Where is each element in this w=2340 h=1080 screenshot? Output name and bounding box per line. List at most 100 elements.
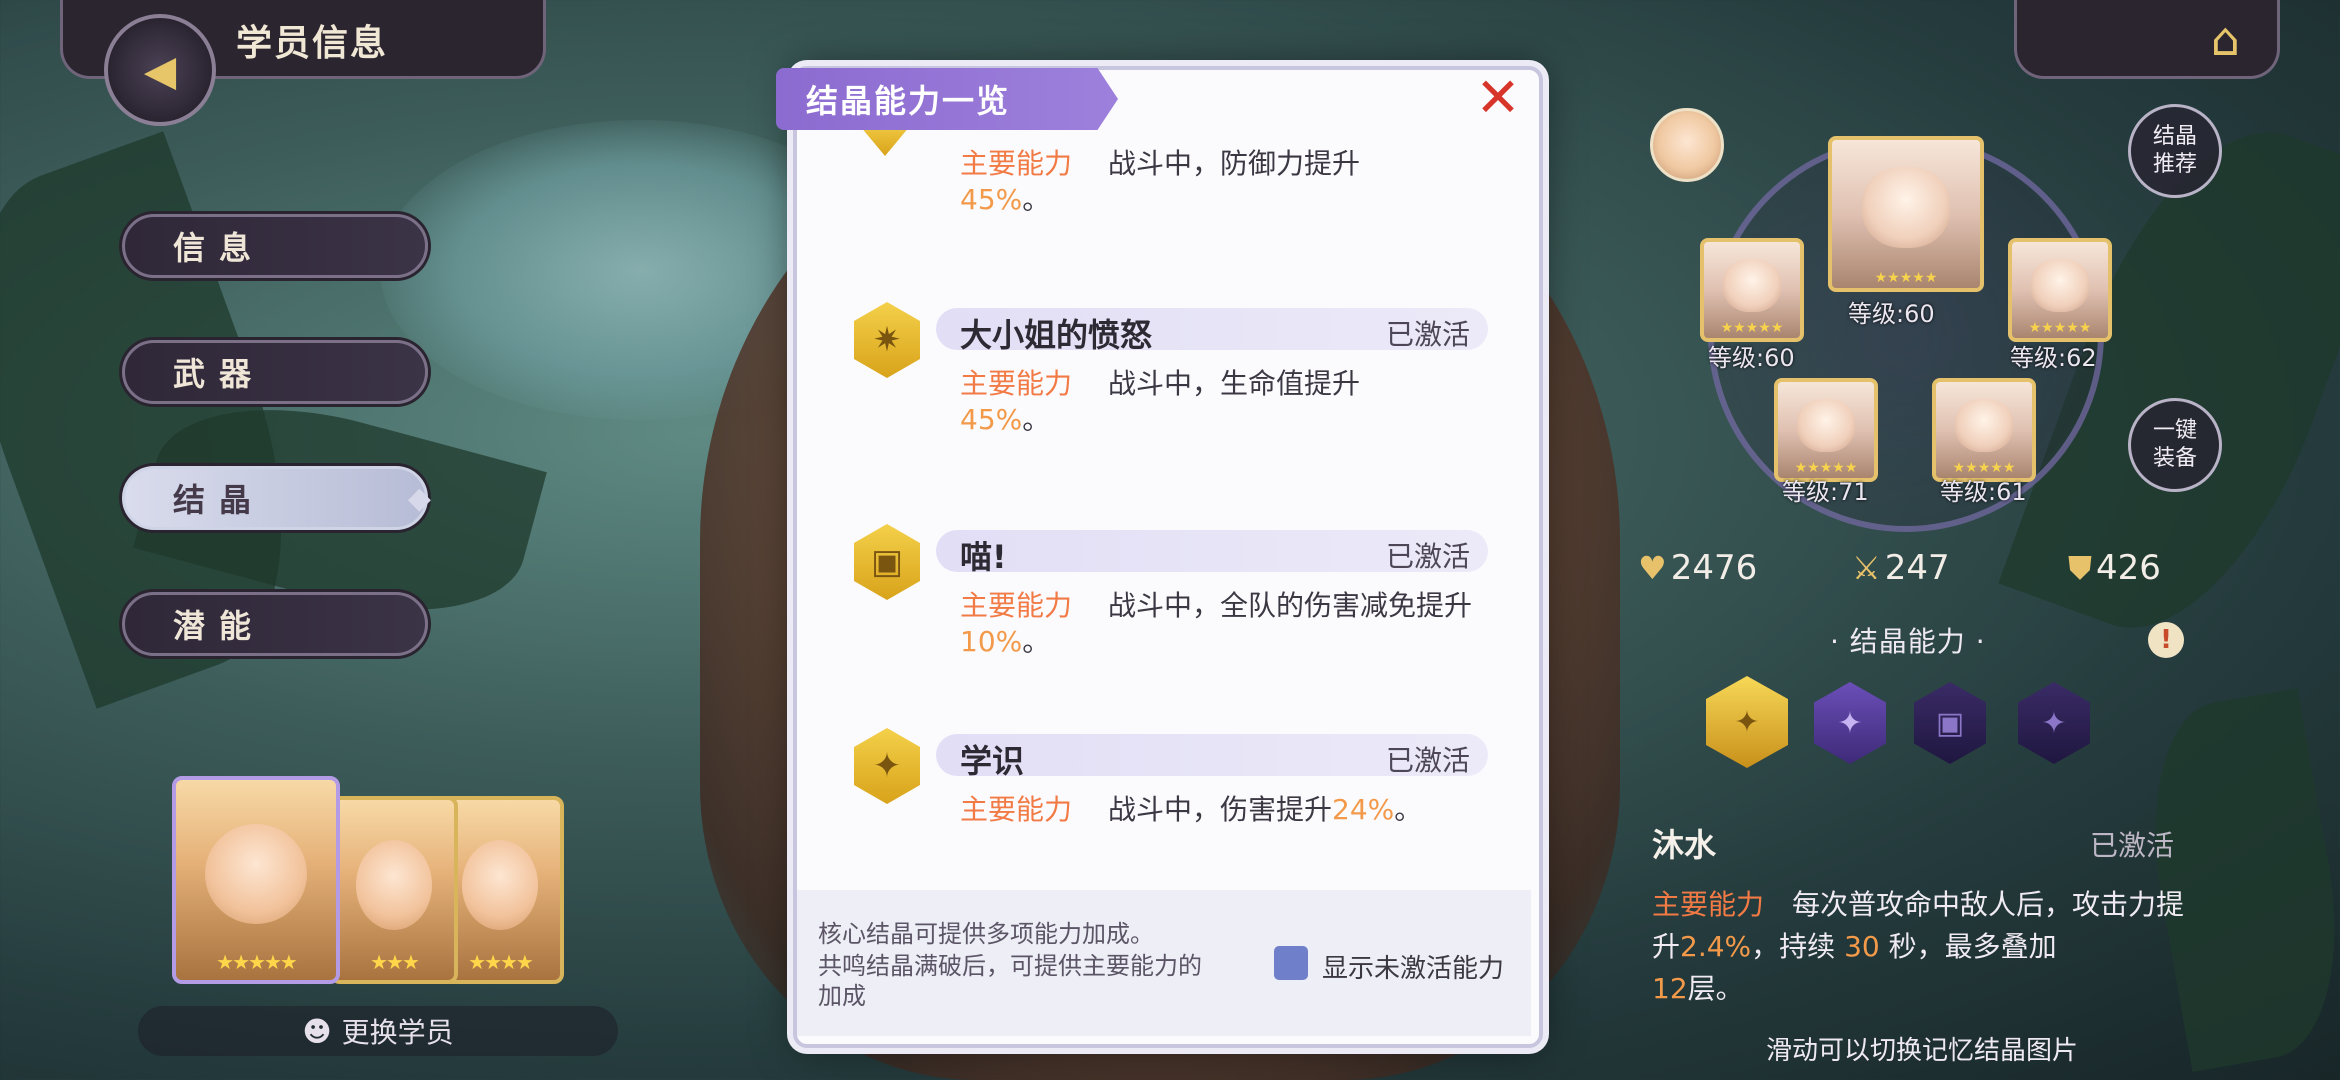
avatar — [1650, 108, 1724, 182]
student-card[interactable]: ★★★ — [330, 796, 458, 984]
back-button[interactable]: ◀ — [104, 14, 216, 126]
ability-detail-status: 已激活 — [2090, 829, 2175, 862]
entry-name: 学识 — [960, 742, 1025, 780]
main-ability-label: 主要能力 — [960, 367, 1073, 400]
entry-description: 主要能力 战斗中，防御力提升 45%。 — [960, 146, 1480, 218]
crystal-art — [1797, 399, 1855, 453]
home-icon[interactable]: ⌂ — [2211, 12, 2240, 66]
star-rating: ★★★★★ — [2028, 320, 2092, 336]
entry-description: 主要能力 战斗中，伤害提升24%。 — [960, 792, 1480, 828]
entry-title-bar: 大小姐的愤怒 已激活 — [936, 308, 1488, 354]
entry-status: 已激活 — [1385, 744, 1470, 777]
entry-text: 战斗中，全队的伤害减免提升 — [1108, 589, 1473, 622]
entry-title-bar: 学识 已激活 — [936, 734, 1488, 780]
main-ability-label: 主要能力 — [960, 147, 1073, 180]
core-crystal-card[interactable]: ★★★★★ — [1828, 136, 1984, 292]
core-crystal-level: 等级:60 — [1848, 300, 1935, 328]
detail-value: 2.4% — [1680, 930, 1752, 963]
entry-text: 战斗中，生命值提升 — [1108, 367, 1361, 400]
auto-equip-button[interactable]: 一键装备 — [2128, 398, 2222, 492]
entry-status: 已激活 — [1385, 318, 1470, 351]
entry-text: 战斗中，防御力提升 — [1108, 147, 1361, 180]
crystal-recommend-label: 结晶推荐 — [2152, 124, 2197, 177]
attack-stat: ⚔ 247 — [1852, 548, 1950, 588]
star-rating: ★★★★ — [468, 950, 534, 974]
entry-description: 主要能力 战斗中，全队的伤害减免提升 10%。 — [960, 588, 1480, 660]
student-portrait — [355, 839, 433, 930]
main-ability-label: 主要能力 — [960, 793, 1073, 826]
sword-emblem-icon: ✦ — [1837, 705, 1863, 741]
crystal-level: 等级:60 — [1708, 344, 1795, 372]
back-arrow-icon: ◀ — [143, 45, 177, 95]
entry-name: 大小姐的愤怒 — [960, 316, 1153, 354]
home-tab — [2014, 0, 2280, 79]
popup-title: 结晶能力一览 — [776, 68, 1118, 130]
star-rating: ★★★★★ — [216, 950, 298, 974]
defense-stat: ⛊ 426 — [2068, 548, 2161, 588]
footer-note: 共鸣结晶满破后，可提供主要能力的 — [818, 952, 1202, 980]
star-rating: ★★★★★ — [1720, 320, 1784, 336]
swipe-hint: 滑动可以切换记忆结晶图片 — [1766, 1036, 2079, 1066]
show-inactive-label[interactable]: 显示未激活能力 — [1322, 948, 1504, 985]
menu-crystal-button[interactable]: 结晶 — [122, 466, 445, 530]
entry-title-bar: 喵! 已激活 — [936, 530, 1488, 576]
student-card-selected[interactable]: ★★★★★ — [172, 776, 340, 984]
hp-value: 2476 — [1670, 548, 1758, 588]
crystal-card[interactable]: ★★★★★ — [2008, 238, 2112, 342]
entry-value: 45% — [960, 403, 1023, 436]
ability-gem[interactable]: ▣ — [1914, 682, 1986, 764]
sword-emblem-icon: ✦ — [2041, 705, 2067, 741]
footer-note: 核心结晶可提供多项能力加成。 — [818, 920, 1154, 948]
crystal-art — [1955, 399, 2013, 453]
crystal-art — [1723, 259, 1781, 313]
show-inactive-checkbox[interactable] — [1274, 946, 1308, 980]
shield-icon: ⛊ — [2068, 549, 2093, 587]
hp-stat: ♥ 2476 — [1638, 548, 1757, 588]
detail-text: 秒，最多叠加 — [1888, 930, 2057, 963]
change-student-label: 更换学员 — [341, 1016, 454, 1049]
entry-value: 45% — [960, 183, 1023, 216]
entry-description: 主要能力 战斗中，生命值提升 45%。 — [960, 366, 1480, 438]
detail-value: 30 — [1844, 930, 1880, 963]
menu-weapon-button[interactable]: 武器 — [122, 340, 428, 404]
student-portrait — [461, 839, 539, 930]
skull-icon: ☻ — [302, 1014, 332, 1048]
entry-suffix: 。 — [1022, 403, 1051, 436]
crystal-level: 等级:71 — [1782, 478, 1869, 506]
crystal-card[interactable]: ★★★★★ — [1700, 238, 1804, 342]
ability-gem[interactable]: ✦ — [1814, 682, 1886, 764]
info-alert-icon[interactable]: ! — [2148, 622, 2184, 658]
entry-suffix: 。 — [1022, 625, 1051, 658]
main-ability-label: 主要能力 — [1652, 888, 1765, 921]
detail-text: 层。 — [1687, 972, 1744, 1005]
defense-value: 426 — [2096, 548, 2161, 588]
crystal-card[interactable]: ★★★★★ — [1774, 378, 1878, 482]
menu-potential-button[interactable]: 潜能 — [122, 592, 428, 656]
menu-info-button[interactable]: 信息 — [122, 214, 428, 278]
crystal-ability-label: · 结晶能力 · — [1830, 625, 1986, 658]
swords-icon: ⚔ — [1852, 549, 1881, 587]
page-title: 学员信息 — [236, 23, 389, 64]
auto-equip-label: 一键装备 — [2152, 418, 2197, 471]
crystal-level: 等级:62 — [2010, 344, 2097, 372]
entry-suffix: 。 — [1022, 183, 1051, 216]
shield-emblem-icon: ▣ — [1935, 705, 1965, 741]
crystal-card[interactable]: ★★★★★ — [1932, 378, 2036, 482]
entry-suffix: 。 — [1394, 793, 1423, 826]
ability-gem-gold[interactable]: ✦ — [1706, 676, 1788, 768]
detail-value: 12 — [1652, 972, 1688, 1005]
entry-value: 10% — [960, 625, 1023, 658]
ability-detail-description: 主要能力 每次普攻命中敌人后，攻击力提升2.4%，持续 30 秒，最多叠加 12层… — [1652, 884, 2212, 1010]
sword-emblem-icon: ✦ — [1734, 704, 1760, 740]
detail-text: ，持续 — [1751, 930, 1836, 963]
entry-status: 已激活 — [1385, 540, 1470, 573]
ability-gem[interactable]: ✦ — [2018, 682, 2090, 764]
crystal-recommend-button[interactable]: 结晶推荐 — [2128, 104, 2222, 198]
entry-value: 24% — [1332, 793, 1395, 826]
change-student-button[interactable]: ☻ 更换学员 — [138, 1006, 618, 1056]
star-rating: ★★★ — [370, 950, 420, 974]
close-icon[interactable]: ✕ — [1474, 71, 1522, 125]
attack-value: 247 — [1884, 548, 1950, 588]
footer-note: 加成 — [818, 982, 866, 1010]
star-rating: ★★★★★ — [1874, 270, 1938, 286]
